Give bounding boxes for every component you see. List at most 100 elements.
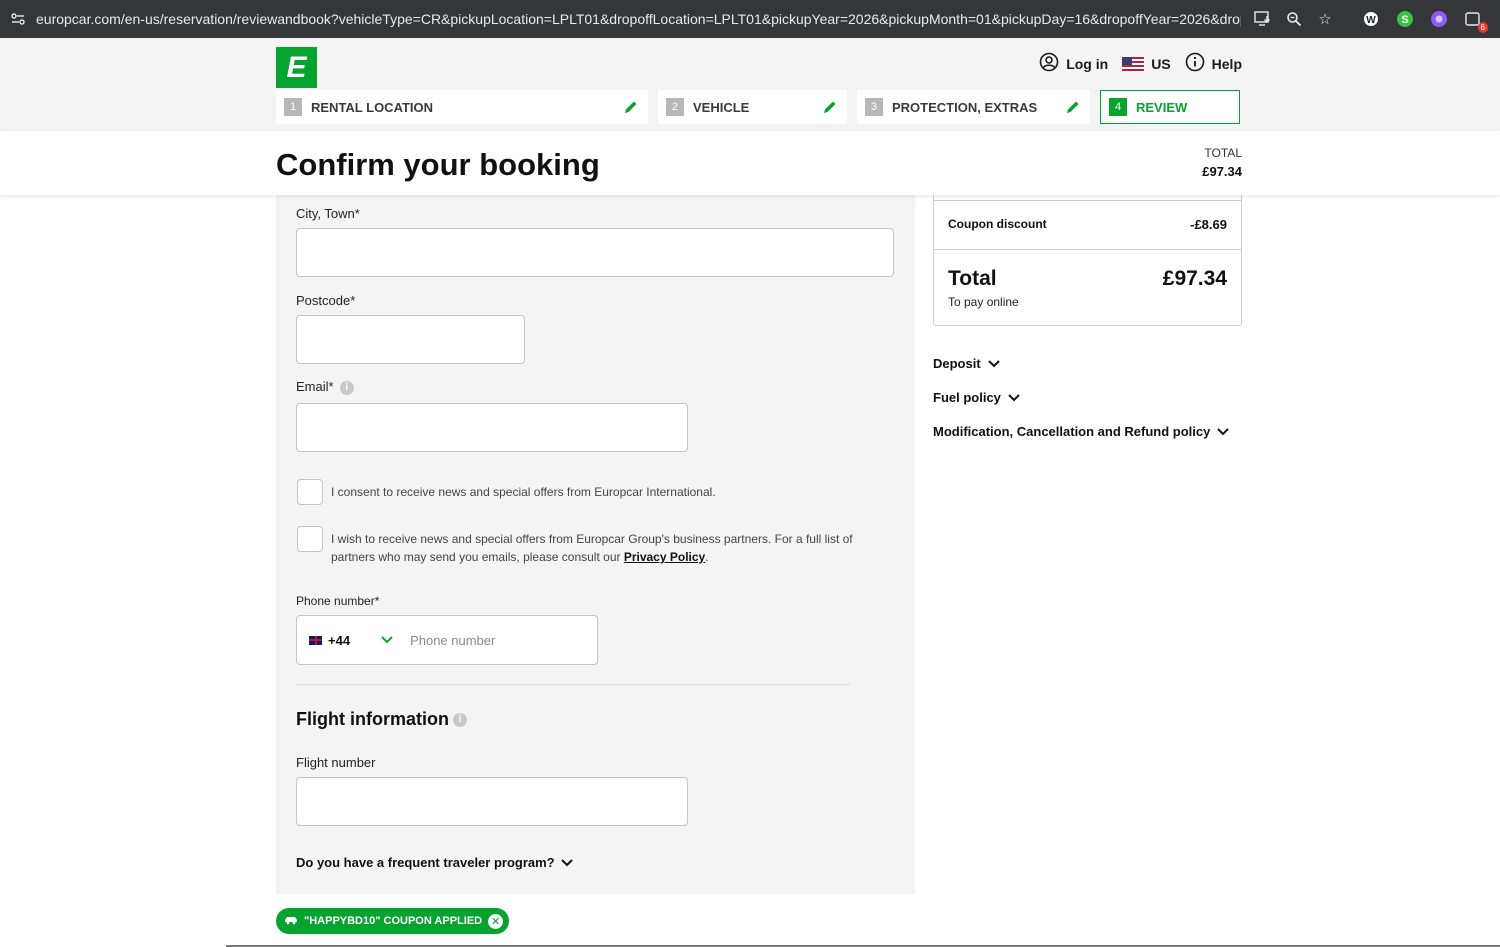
consent-partners-checkbox[interactable] [297,526,323,552]
flight-info-heading: Flight information i [296,709,467,730]
total-label: TOTAL [1204,146,1242,160]
flight-info-title: Flight information [296,709,449,729]
frequent-traveler-label: Do you have a frequent traveler program? [296,855,555,870]
address-bar[interactable]: europcar.com/en-us/reservation/reviewand… [36,11,1241,27]
chevron-down-icon [987,356,1000,371]
coupon-label: Coupon discount [948,217,1047,231]
info-circle-icon [1185,52,1205,75]
price-summary: Coupon discount -£8.69 Total £97.34 To p… [933,190,1242,326]
title-bar: Confirm your booking TOTAL £97.34 [0,131,1500,195]
coupon-applied-badge: "HAPPYBD10" COUPON APPLIED ✕ [276,908,510,934]
step-number: 2 [666,98,684,116]
site-settings-icon[interactable] [8,9,28,29]
step-protection-extras[interactable]: 3 PROTECTION, EXTRAS [857,90,1090,124]
svg-text:S: S [1401,14,1408,26]
email-input[interactable] [296,403,688,452]
login-link[interactable]: Log in [1039,52,1108,75]
bookmark-star-icon[interactable]: ☆ [1315,9,1335,29]
extension-w-icon[interactable]: W [1361,9,1381,29]
step-label: PROTECTION, EXTRAS [892,99,1038,115]
step-label: REVIEW [1136,99,1188,115]
phone-label: Phone number* [296,594,380,608]
consent-period: . [705,550,709,564]
total-row: Total £97.34 [948,267,1227,291]
email-label-row: Email* i [296,379,354,395]
email-label: Email* [296,379,334,394]
step-number: 3 [865,98,883,116]
dial-code[interactable]: +44 [328,633,350,648]
phone-field: +44 Phone number [296,615,598,665]
coupon-row: Coupon discount -£8.69 [948,217,1227,232]
logo-letter: E [286,50,307,84]
uk-flag-icon [309,635,322,645]
section-divider [296,684,850,685]
summary-total-value: £97.34 [1162,267,1227,290]
chevron-down-icon [560,855,573,870]
help-link[interactable]: Help [1185,52,1242,75]
zoom-icon[interactable] [1284,9,1304,29]
postcode-label: Postcode* [296,293,356,308]
city-label: City, Town* [296,206,360,221]
browser-actions: ☆ W S 6 [1241,9,1488,33]
site-header: E Log in US Help 1 RENTAL LOCATION 2 VEH [0,38,1500,131]
step-number: 1 [284,98,302,116]
step-number: 4 [1109,98,1127,116]
europcar-logo[interactable]: E [276,47,317,88]
svg-text:W: W [1366,15,1376,26]
coupon-value: -£8.69 [1190,217,1227,232]
flight-number-input[interactable] [296,777,688,826]
deposit-toggle[interactable]: Deposit [933,356,1000,371]
policy-label: Fuel policy [933,390,1001,405]
user-icon [1039,52,1059,75]
country-label: US [1151,55,1171,72]
flight-number-label: Flight number [296,755,376,770]
install-icon[interactable] [1253,9,1273,29]
step-vehicle[interactable]: 2 VEHICLE [658,90,847,124]
fuel-policy-toggle[interactable]: Fuel policy [933,390,1020,405]
us-flag-icon [1122,56,1145,71]
summary-divider [934,200,1241,201]
refund-policy-toggle[interactable]: Modification, Cancellation and Refund po… [933,424,1230,439]
info-icon[interactable]: i [339,380,354,395]
page-title: Confirm your booking [276,147,600,182]
privacy-policy-link[interactable]: Privacy Policy [624,550,705,564]
help-label: Help [1211,55,1242,72]
chevron-down-icon [1217,424,1230,439]
summary-divider [934,249,1241,250]
step-rental-location[interactable]: 1 RENTAL LOCATION [276,90,648,124]
phone-input[interactable]: Phone number [410,633,495,648]
extension-badge-count: 6 [1477,22,1488,33]
policy-label: Deposit [933,356,981,371]
pencil-icon[interactable] [1065,99,1081,118]
coupon-text: "HAPPYBD10" COUPON APPLIED [304,915,483,927]
country-selector[interactable]: US [1122,55,1171,72]
policy-label: Modification, Cancellation and Refund po… [933,424,1211,439]
pencil-icon[interactable] [822,99,838,118]
remove-coupon-icon[interactable]: ✕ [488,913,504,929]
driver-details-form: City, Town* Postcode* Email* i I consent … [276,195,915,894]
car-icon [284,915,298,928]
pencil-icon[interactable] [623,99,639,118]
booking-steps: 1 RENTAL LOCATION 2 VEHICLE 3 PROTECTION… [276,90,1240,124]
consent-partners-text: I wish to receive news and special offer… [331,530,896,566]
summary-total-label: Total [948,267,997,290]
extension-purple-icon[interactable] [1429,9,1449,29]
info-icon[interactable]: i [452,713,467,728]
header-links: Log in US Help [1039,52,1242,75]
total-value: £97.34 [1202,164,1242,179]
extension-badge-icon[interactable]: 6 [1463,9,1488,33]
total-subtext: To pay online [948,295,1019,309]
consent-europcar-checkbox[interactable] [297,479,323,505]
city-input[interactable] [296,228,894,277]
step-review[interactable]: 4 REVIEW [1100,90,1240,124]
postcode-input[interactable] [296,315,525,364]
consent-partners-body: I wish to receive news and special offer… [331,532,853,564]
extension-s-icon[interactable]: S [1395,9,1415,29]
login-label: Log in [1066,55,1109,72]
frequent-traveler-toggle[interactable]: Do you have a frequent traveler program? [296,855,573,870]
step-label: RENTAL LOCATION [311,99,434,115]
browser-toolbar: europcar.com/en-us/reservation/reviewand… [0,0,1500,38]
chevron-down-icon [1008,390,1020,405]
consent-europcar-text: I consent to receive news and special of… [331,485,716,499]
chevron-down-icon[interactable] [381,631,393,649]
